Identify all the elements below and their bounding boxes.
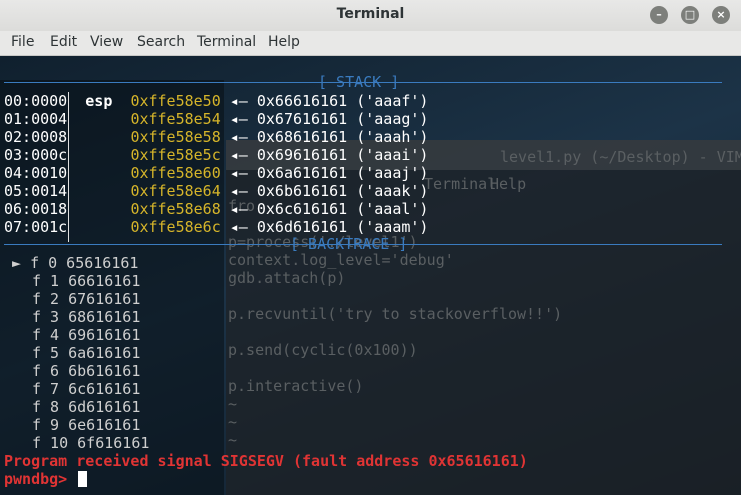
- stack-row: 07:001c 0xffe58e6c ◂— 0x6d616161 ('aaam'…: [4, 218, 429, 236]
- vim-line: ~: [228, 413, 238, 431]
- menu-edit[interactable]: Edit: [50, 34, 77, 50]
- menu-view[interactable]: View: [90, 34, 123, 50]
- signal-message: Program received signal SIGSEGV (fault a…: [4, 452, 528, 470]
- terminal-area[interactable]: level1.py (~/Desktop) - VIM Terminal Hel…: [0, 56, 741, 495]
- backtrace-frame: f 1 66616161: [32, 272, 141, 290]
- vim-line: gdb.attach(p): [228, 269, 346, 287]
- backtrace-frame: f 8 6d616161: [32, 398, 141, 416]
- stack-row: 03:000c 0xffe58e5c ◂— 0x69616161 ('aaai'…: [4, 146, 429, 164]
- backtrace-frame: f 5 6a616161: [32, 344, 141, 362]
- vim-line: context.log_level='debug': [228, 251, 454, 269]
- maximize-icon[interactable]: □: [681, 6, 699, 24]
- backtrace-frame: f 6 6b616161: [32, 362, 141, 380]
- prompt-line[interactable]: pwndbg>: [4, 470, 88, 488]
- backtrace-frame: f 4 69616161: [32, 326, 141, 344]
- stack-row: 06:0018 0xffe58e68 ◂— 0x6c616161 ('aaal'…: [4, 200, 429, 218]
- vim-line: p.send(cyclic(0x100)): [228, 341, 418, 359]
- vim-line: p.recvuntil('try to stackoverflow!!'): [228, 305, 563, 323]
- window-title: Terminal: [336, 6, 405, 22]
- stack-row: 01:0004 0xffe58e54 ◂— 0x67616161 ('aaag'…: [4, 110, 429, 128]
- vim-line: ~: [228, 431, 238, 449]
- backtrace-frame: f 2 67616161: [32, 290, 141, 308]
- vim-line: p.interactive(): [228, 377, 364, 395]
- menu-help[interactable]: Help: [268, 34, 300, 50]
- backtrace-frame: f 3 68616161: [32, 308, 141, 326]
- vim-line: ~: [228, 395, 238, 413]
- title-bar[interactable]: Terminal – □ ×: [0, 0, 741, 32]
- vim-menu-terminal: Terminal: [424, 175, 497, 193]
- prompt-label: pwndbg>: [4, 470, 68, 488]
- backtrace-frame: ► f 0 65616161: [12, 254, 139, 272]
- backtrace-header: [ BACKTRACE ]: [290, 235, 408, 253]
- stack-header: [ STACK ]: [318, 73, 400, 91]
- stack-row: 00:0000 esp 0xffe58e50 ◂— 0x66616161 ('a…: [4, 92, 429, 110]
- backtrace-frame: f 10 6f616161: [32, 434, 150, 452]
- stack-row: 04:0010 0xffe58e60 ◂— 0x6a616161 ('aaaj'…: [4, 164, 429, 182]
- close-icon[interactable]: ×: [712, 6, 730, 24]
- vim-menu-help: Help: [490, 175, 527, 193]
- backtrace-frame: f 9 6e616161: [32, 416, 141, 434]
- text-cursor: [78, 471, 88, 487]
- menu-file[interactable]: File: [11, 34, 34, 50]
- backtrace-frame: f 7 6c616161: [32, 380, 141, 398]
- menu-bar: File Edit View Search Terminal Help: [0, 31, 741, 56]
- menu-search[interactable]: Search: [137, 34, 185, 50]
- stack-row: 05:0014 0xffe58e64 ◂— 0x6b616161 ('aaak'…: [4, 182, 429, 200]
- stack-row: 02:0008 0xffe58e58 ◂— 0x68616161 ('aaah'…: [4, 128, 429, 146]
- vim-title: level1.py (~/Desktop) - VIM: [500, 148, 741, 166]
- menu-terminal[interactable]: Terminal: [197, 34, 256, 50]
- minimize-icon[interactable]: –: [650, 6, 668, 24]
- terminal-window: Terminal – □ × File Edit View Search Ter…: [0, 0, 741, 495]
